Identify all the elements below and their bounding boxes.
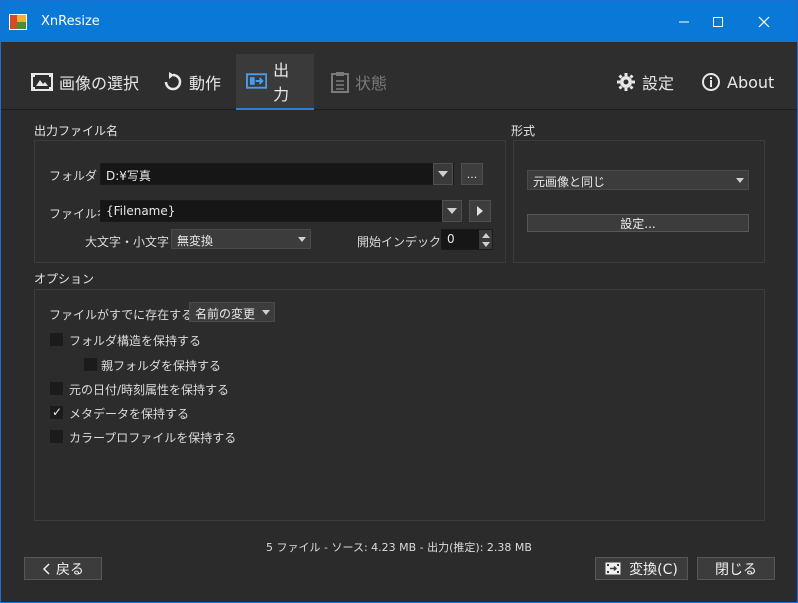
back-button[interactable]: 戻る <box>24 557 102 580</box>
clipboard-icon <box>331 72 349 93</box>
close-window-button[interactable] <box>741 1 787 42</box>
checkmark-icon: ✓ <box>52 405 63 419</box>
folder-label: フォルダ <box>49 169 98 183</box>
if-exists-select[interactable]: 名前の変更 <box>189 302 275 322</box>
chevron-down-icon <box>736 178 744 183</box>
status-summary: 5 ファイル - ソース: 4.23 MB - 出力(推定): 2.38 MB <box>266 541 532 554</box>
chevron-down-icon <box>447 208 457 214</box>
output-filename-section-title: 出力ファイル名 <box>34 124 119 138</box>
keep-folder-structure-label: フォルダ構造を保持する <box>69 334 202 348</box>
chevron-down-icon <box>262 310 270 315</box>
title-bar: XnResize <box>1 1 797 42</box>
keep-parent-folder-checkbox[interactable] <box>84 358 97 371</box>
tab-status-label: 状態 <box>355 74 388 93</box>
case-label: 大文字・小文字 <box>85 235 170 249</box>
convert-button[interactable]: 変換(C) <box>595 557 688 580</box>
about-button[interactable]: About <box>701 54 774 110</box>
close-label: 閉じる <box>715 561 757 578</box>
play-arrow-icon <box>477 206 483 216</box>
if-exists-select-value: 名前の変更 <box>195 307 256 321</box>
minimize-icon <box>679 21 689 22</box>
format-settings-button[interactable]: 設定... <box>527 214 749 232</box>
tab-select-images-label: 画像の選択 <box>59 74 140 93</box>
start-index-value: 0 <box>447 232 455 246</box>
folder-value: D:¥写真 <box>106 169 151 183</box>
format-group: 元画像と同じ 設定... <box>513 140 765 263</box>
image-select-icon <box>31 73 53 91</box>
maximize-icon <box>713 16 723 27</box>
back-label: 戻る <box>56 561 84 578</box>
convert-icon <box>605 562 621 575</box>
filename-value: {Filename} <box>106 204 176 218</box>
window-title: XnResize <box>41 14 100 29</box>
format-select-value: 元画像と同じ <box>533 175 606 189</box>
folder-input[interactable]: D:¥写真 <box>100 163 454 185</box>
close-button[interactable]: 閉じる <box>697 557 775 580</box>
close-icon <box>758 16 770 27</box>
keep-datetime-checkbox[interactable] <box>50 382 63 395</box>
options-section-title: オプション <box>34 272 95 286</box>
filename-tokens-button[interactable] <box>469 200 491 222</box>
tab-output-label: 出力 <box>273 61 290 104</box>
browse-folder-button[interactable]: ... <box>461 163 483 185</box>
about-label: About <box>727 72 775 92</box>
chevron-left-icon <box>42 562 50 575</box>
start-index-label: 開始インデックス <box>357 235 453 249</box>
spinner-arrows-icon <box>481 232 490 247</box>
tab-actions-label: 動作 <box>189 74 222 93</box>
format-select[interactable]: 元画像と同じ <box>527 170 749 190</box>
start-index-spinner[interactable] <box>479 230 492 249</box>
output-icon <box>246 73 268 89</box>
tab-status[interactable]: 状態 <box>331 54 387 110</box>
convert-label: 変換(C) <box>629 561 678 578</box>
browse-folder-label: ... <box>466 167 478 181</box>
tab-output[interactable]: 出力 <box>236 54 314 110</box>
keep-folder-structure-checkbox[interactable] <box>50 333 63 346</box>
filename-input[interactable]: {Filename} <box>100 200 462 222</box>
format-settings-label: 設定... <box>620 216 656 231</box>
chevron-down-icon <box>438 171 448 177</box>
folder-history-dropdown[interactable] <box>433 163 453 185</box>
case-select-value: 無変換 <box>177 234 214 248</box>
filename-history-dropdown[interactable] <box>442 200 462 222</box>
gear-icon <box>617 73 635 91</box>
keep-metadata-label: メタデータを保持する <box>69 407 190 421</box>
keep-datetime-label: 元の日付/時刻属性を保持する <box>69 383 230 397</box>
keep-metadata-checkbox[interactable]: ✓ <box>50 405 63 419</box>
chevron-down-icon <box>298 237 306 242</box>
keep-color-profile-label: カラープロファイルを保持する <box>69 431 237 445</box>
actions-icon <box>164 72 182 91</box>
case-select[interactable]: 無変換 <box>171 229 311 249</box>
keep-color-profile-checkbox[interactable] <box>50 430 63 443</box>
app-window: XnResize 画像の選択 動作 出力 状態 設定 About 出力ファイル名… <box>0 0 798 603</box>
keep-parent-folder-label: 親フォルダを保持する <box>101 359 222 373</box>
tab-select-images[interactable]: 画像の選択 <box>31 54 139 110</box>
format-section-title: 形式 <box>511 124 536 138</box>
info-icon <box>702 73 720 91</box>
tab-actions[interactable]: 動作 <box>163 54 221 110</box>
settings-button[interactable]: 設定 <box>616 54 674 110</box>
settings-label: 設定 <box>642 74 675 93</box>
maximize-button[interactable] <box>695 1 741 42</box>
main-toolbar: 画像の選択 動作 出力 状態 設定 About <box>1 42 797 110</box>
app-icon <box>9 14 27 30</box>
output-filename-group: フォルダ D:¥写真 ... ファイル名 {Filename} 大文字・小文字 … <box>34 140 506 263</box>
options-group: ファイルがすでに存在するとき 名前の変更 フォルダ構造を保持する 親フォルダを保… <box>34 289 765 521</box>
